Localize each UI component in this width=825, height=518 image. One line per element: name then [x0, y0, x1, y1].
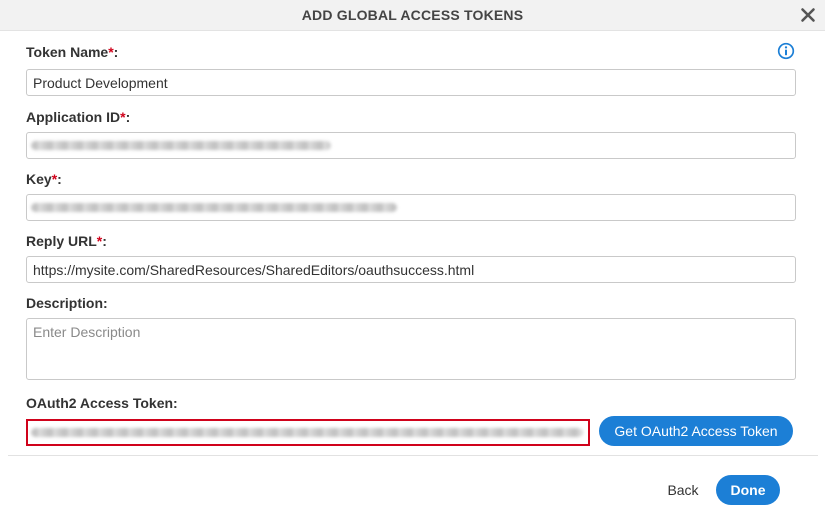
dialog-header: ADD GLOBAL ACCESS TOKENS [0, 0, 825, 31]
application-id-label: Application ID*: [26, 109, 131, 125]
key-input[interactable] [26, 194, 796, 221]
dialog-title: ADD GLOBAL ACCESS TOKENS [301, 7, 524, 23]
close-icon[interactable] [800, 7, 816, 23]
masked-value [31, 141, 331, 150]
token-name-label: Token Name*: [26, 44, 119, 60]
oauth2-access-token-label: OAuth2 Access Token: [26, 395, 178, 411]
footer-divider [8, 455, 818, 456]
masked-value [31, 428, 583, 437]
application-id-input[interactable] [26, 132, 796, 159]
description-label: Description: [26, 295, 108, 311]
add-global-access-tokens-dialog: ADD GLOBAL ACCESS TOKENS Token Name*: Ap… [0, 0, 825, 518]
reply-url-label: Reply URL*: [26, 233, 107, 249]
key-label: Key*: [26, 171, 62, 187]
back-button[interactable]: Back [660, 475, 706, 505]
info-icon[interactable] [777, 42, 795, 60]
get-oauth2-access-token-button[interactable]: Get OAuth2 Access Token [599, 416, 793, 446]
reply-url-input[interactable] [26, 256, 796, 283]
token-name-input[interactable] [26, 69, 796, 96]
description-textarea[interactable] [26, 318, 796, 380]
masked-value [31, 203, 397, 212]
done-button[interactable]: Done [716, 475, 780, 505]
oauth2-access-token-input[interactable] [26, 419, 590, 446]
